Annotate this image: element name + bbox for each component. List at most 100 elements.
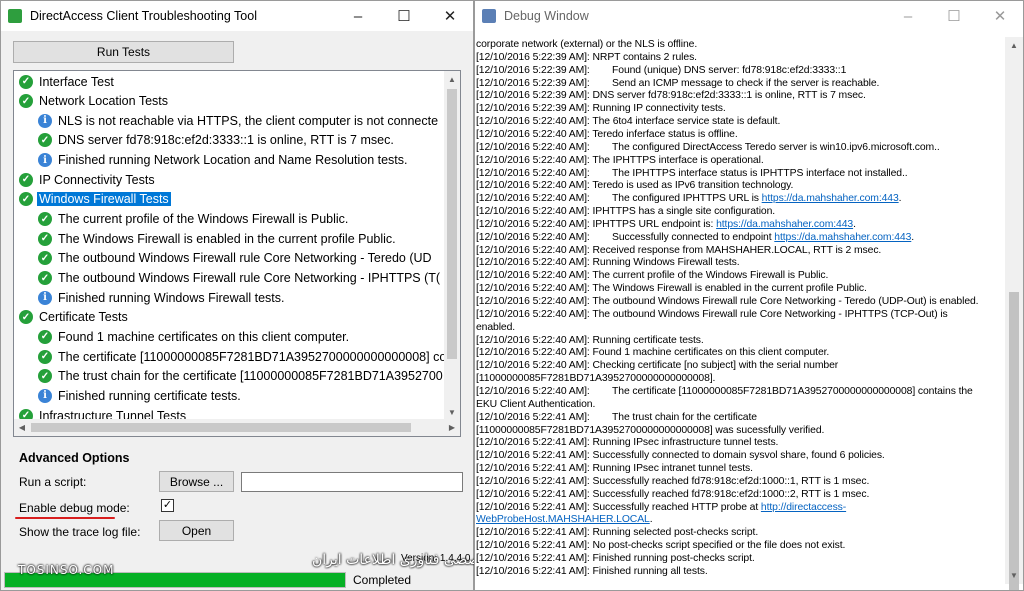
debug-log-line: [12/10/2016 5:22:41 AM]: Finished runnin… <box>476 552 755 565</box>
tree-row[interactable]: ✓ Network Location Tests <box>19 92 168 111</box>
debug-log-text: [12/10/2016 5:22:41 AM]: Running IPsec i… <box>476 437 779 449</box>
tree-horizontal-scroll-thumb[interactable] <box>31 423 411 432</box>
debug-log-line: [11000000085F7281BD71A395270000000000000… <box>476 372 715 385</box>
tree-row[interactable]: ✓ Found 1 machine certificates on this cl… <box>38 327 349 346</box>
debug-log-text: [12/10/2016 5:22:40 AM]: The Windows Fir… <box>476 283 867 295</box>
scroll-down-icon[interactable]: ▼ <box>444 404 460 420</box>
debug-minimize-icon[interactable]: – <box>885 1 931 31</box>
tree-row[interactable]: ✓ The Windows Firewall is enabled in the … <box>38 229 396 248</box>
close-icon[interactable]: ✕ <box>427 1 473 31</box>
debug-log[interactable]: corporate network (external) or the NLS … <box>475 37 1005 590</box>
tree-row-label: The certificate [11000000085F7281BD71A39… <box>58 349 461 364</box>
debug-scroll-down-icon[interactable]: ▼ <box>1005 567 1023 584</box>
watermark-left: TOSINSO.COM <box>18 563 115 577</box>
browse-button[interactable]: Browse ... <box>159 471 234 492</box>
scroll-left-icon[interactable]: ◀ <box>14 419 30 436</box>
debug-log-link[interactable]: https://da.mahshaher.com:443 <box>762 193 899 204</box>
debug-log-link[interactable]: https://da.mahshaher.com:443 <box>774 232 911 243</box>
debug-log-line: [12/10/2016 5:22:41 AM]: Running IPsec i… <box>476 436 778 449</box>
show-trace-label: Show the trace log file: <box>19 525 141 539</box>
debug-log-line: [12/10/2016 5:22:40 AM]: The outbound Wi… <box>476 308 948 321</box>
tree-row[interactable]: ✓ Interface Test <box>19 72 114 91</box>
tree-row-label: Finished running Windows Firewall tests. <box>58 290 285 305</box>
debug-log-link[interactable]: WebProbeHost.MAHSHAHER.LOCAL <box>476 514 650 525</box>
debug-log-text: [12/10/2016 5:22:40 AM]: The certificate… <box>476 385 973 397</box>
debug-log-line: [12/10/2016 5:22:39 AM]: DNS server fd78… <box>476 89 866 102</box>
debug-maximize-icon[interactable]: ☐ <box>931 1 977 31</box>
tree-row-label: Found 1 machine certificates on this cli… <box>58 329 350 344</box>
debug-log-line: [12/10/2016 5:22:41 AM]: Successfully re… <box>476 475 869 488</box>
debug-scroll-thumb[interactable] <box>1009 292 1019 590</box>
debug-log-text: [12/10/2016 5:22:40 AM]: IPHTTPS URL end… <box>476 218 717 230</box>
tree-row-label: The trust chain for the certificate [110… <box>58 369 443 384</box>
check-icon: ✓ <box>38 231 52 246</box>
debug-log-link[interactable]: https://da.mahshaher.com:443 <box>716 219 853 230</box>
tree-horizontal-scrollbar[interactable]: ◀ ▶ <box>14 419 460 436</box>
debug-log-line: [12/10/2016 5:22:39 AM]: NRPT contains 2… <box>476 51 697 64</box>
maximize-icon[interactable]: ☐ <box>381 1 427 31</box>
check-icon: ✓ <box>38 133 52 148</box>
tree-vertical-scrollbar[interactable]: ▲ ▼ <box>444 71 460 420</box>
tree-row[interactable]: ✓ The certificate [11000000085F7281BD71A3… <box>38 347 461 366</box>
tree-row[interactable]: ✓ The outbound Windows Firewall rule Core… <box>38 269 440 288</box>
open-trace-button[interactable]: Open <box>159 520 234 541</box>
debug-scroll-up-icon[interactable]: ▲ <box>1005 37 1023 54</box>
debug-log-text: [12/10/2016 5:22:40 AM]: IPHTTPS has a s… <box>476 206 776 218</box>
tree-row[interactable]: ✓ Certificate Tests <box>19 308 128 327</box>
check-icon: ✓ <box>38 212 52 227</box>
run-script-label: Run a script: <box>19 475 87 489</box>
tool-window-title: DirectAccess Client Troubleshooting Tool <box>30 9 257 23</box>
debug-log-text: [12/10/2016 5:22:40 AM]: Found 1 machine… <box>476 347 830 359</box>
script-path-input[interactable] <box>241 472 463 492</box>
scroll-up-icon[interactable]: ▲ <box>444 71 460 87</box>
debug-log-text: EKU Client Authentication. <box>476 398 596 410</box>
debug-log-line: [12/10/2016 5:22:40 AM]: Received respon… <box>476 244 881 257</box>
debug-log-text: [11000000085F7281BD71A395270000000000000… <box>476 373 716 385</box>
tree-row[interactable]: ✓ The outbound Windows Firewall rule Core… <box>38 249 432 268</box>
tree-row[interactable]: ✓ Windows Firewall Tests <box>19 190 171 209</box>
tree-row-label: NLS is not reachable via HTTPS, the clie… <box>58 113 439 128</box>
debug-log-line: [12/10/2016 5:22:41 AM]: Running IPsec i… <box>476 462 753 475</box>
debug-log-line: [12/10/2016 5:22:41 AM]: Running selecte… <box>476 526 758 539</box>
debug-log-line: corporate network (external) or the NLS … <box>476 38 697 51</box>
debug-log-line: [12/10/2016 5:22:40 AM]: The current pro… <box>476 269 828 282</box>
debug-close-icon[interactable]: ✕ <box>977 1 1023 31</box>
debug-log-link[interactable]: http://directaccess- <box>761 502 846 513</box>
debug-window-icon <box>482 9 496 23</box>
enable-debug-checkbox[interactable]: ✓ <box>161 499 174 512</box>
scroll-right-icon[interactable]: ▶ <box>444 419 460 436</box>
debug-log-text: [12/10/2016 5:22:40 AM]: Checking certif… <box>476 360 839 372</box>
tree-row[interactable]: ✓ IP Connectivity Tests <box>19 170 155 189</box>
tree-row[interactable]: i NLS is not reachable via HTTPS, the cli… <box>38 111 438 130</box>
tree-row[interactable]: i Finished running Network Location and N… <box>38 151 408 170</box>
debug-log-text: [12/10/2016 5:22:40 AM]: Teredo inferfac… <box>476 128 738 140</box>
tree-vertical-scroll-thumb[interactable] <box>447 89 457 359</box>
app-icon <box>8 9 22 23</box>
debug-log-text: [12/10/2016 5:22:40 AM]: Running certifi… <box>476 334 704 346</box>
debug-log-line: [12/10/2016 5:22:41 AM]: The trust chain… <box>476 411 757 424</box>
results-tree[interactable]: ✓ Interface Test ✓ Network Location Tests i N… <box>13 70 461 437</box>
tree-row[interactable]: i Finished running certificate tests. <box>38 386 241 405</box>
debug-log-text: [12/10/2016 5:22:41 AM]: Successfully re… <box>476 475 870 487</box>
debug-log-line: [11000000085F7281BD71A395270000000000000… <box>476 424 824 437</box>
debug-log-text: [12/10/2016 5:22:40 AM]: The 6to4 interf… <box>476 116 781 128</box>
tree-row[interactable]: ✓ The current profile of the Windows Fire… <box>38 210 348 229</box>
tree-row[interactable]: ✓ The trust chain for the certificate [11… <box>38 367 443 386</box>
debug-log-text: [11000000085F7281BD71A395270000000000000… <box>476 424 825 436</box>
debug-log-line: [12/10/2016 5:22:41 AM]: Finished runnin… <box>476 565 708 578</box>
tree-row-label: The current profile of the Windows Firew… <box>58 212 349 227</box>
debug-log-text: [12/10/2016 5:22:39 AM]: Send an ICMP me… <box>476 77 880 89</box>
tree-row[interactable]: ✓ DNS server fd78:918c:ef2d:3333::1 is on… <box>38 131 394 150</box>
debug-window: Debug Window – ☐ ✕ corporate network (ex… <box>474 0 1024 591</box>
run-tests-button[interactable]: Run Tests <box>13 41 234 63</box>
tree-row[interactable]: i Finished running Windows Firewall tests… <box>38 288 284 307</box>
tree-row-label: Finished running certificate tests. <box>58 388 241 403</box>
minimize-icon[interactable]: – <box>335 1 381 31</box>
debug-log-text: [12/10/2016 5:22:40 AM]: The outbound Wi… <box>476 308 948 320</box>
debug-log-text: [12/10/2016 5:22:41 AM]: Running selecte… <box>476 527 759 539</box>
debug-log-text: [12/10/2016 5:22:41 AM]: Successfully re… <box>476 501 761 513</box>
enable-debug-label: Enable debug mode: <box>19 501 130 515</box>
debug-vertical-scrollbar[interactable]: ▲ ▼ <box>1005 37 1023 590</box>
debug-log-line: [12/10/2016 5:22:41 AM]: Successfully re… <box>476 488 869 501</box>
tree-row-label: Network Location Tests <box>39 94 168 109</box>
